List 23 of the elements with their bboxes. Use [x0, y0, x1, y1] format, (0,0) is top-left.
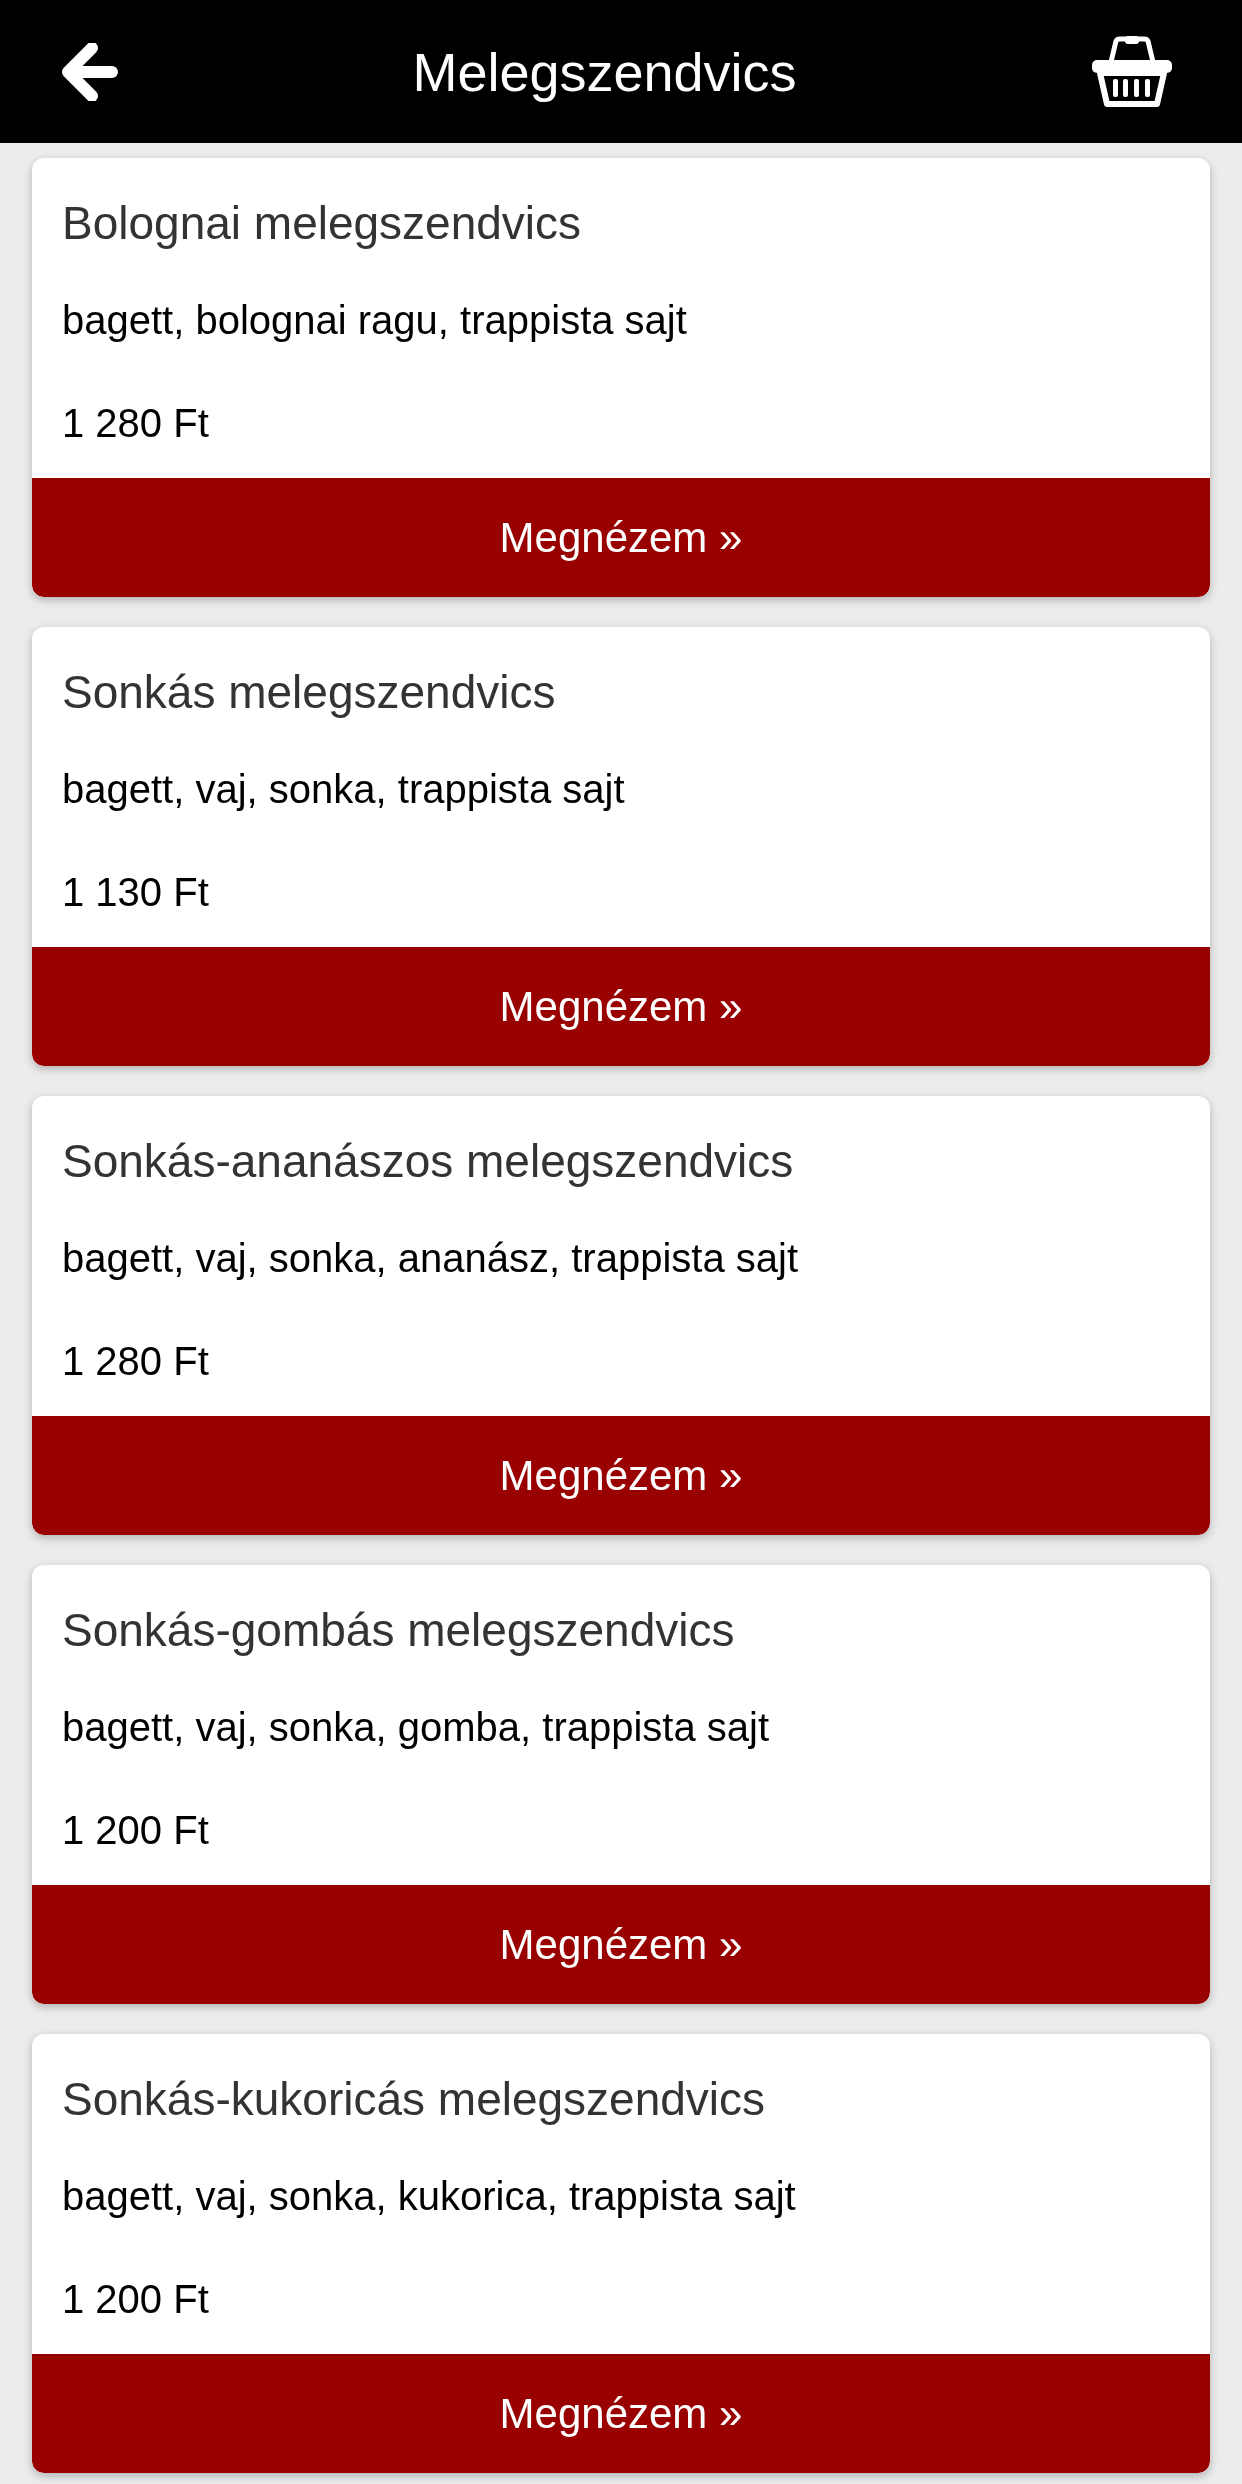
- view-button[interactable]: Megnézem »: [32, 1416, 1210, 1535]
- back-arrow-icon[interactable]: [62, 42, 118, 101]
- product-price: 1 200 Ft: [62, 1807, 209, 1854]
- product-name: Sonkás melegszendvics: [62, 665, 556, 719]
- product-name: Sonkás-gombás melegszendvics: [62, 1603, 735, 1657]
- view-button[interactable]: Megnézem »: [32, 2354, 1210, 2473]
- product-ingredients: bagett, bolognai ragu, trappista sajt: [62, 297, 687, 344]
- product-price: 1 280 Ft: [62, 1338, 209, 1385]
- view-button[interactable]: Megnézem »: [32, 1885, 1210, 2004]
- product-name: Bolognai melegszendvics: [62, 196, 582, 250]
- product-ingredients: bagett, vaj, sonka, kukorica, trappista sajt: [62, 2173, 796, 2220]
- page-title: Melegszendvics: [412, 40, 797, 104]
- product-ingredients: bagett, vaj, sonka, gomba, trappista sajt: [62, 1704, 770, 1751]
- view-button[interactable]: Megnézem »: [32, 947, 1210, 1066]
- product-ingredients: bagett, vaj, sonka, ananász, trappista sajt: [62, 1235, 798, 1282]
- product-price: 1 200 Ft: [62, 2276, 209, 2323]
- product-ingredients: bagett, vaj, sonka, trappista sajt: [62, 766, 625, 813]
- product-price: 1 280 Ft: [62, 400, 209, 447]
- product-name: Sonkás-kukoricás melegszendvics: [62, 2072, 766, 2126]
- product-price: 1 130 Ft: [62, 869, 209, 916]
- view-button[interactable]: Megnézem »: [32, 478, 1210, 597]
- basket-icon[interactable]: [1091, 35, 1173, 108]
- product-name: Sonkás-ananászos melegszendvics: [62, 1134, 794, 1188]
